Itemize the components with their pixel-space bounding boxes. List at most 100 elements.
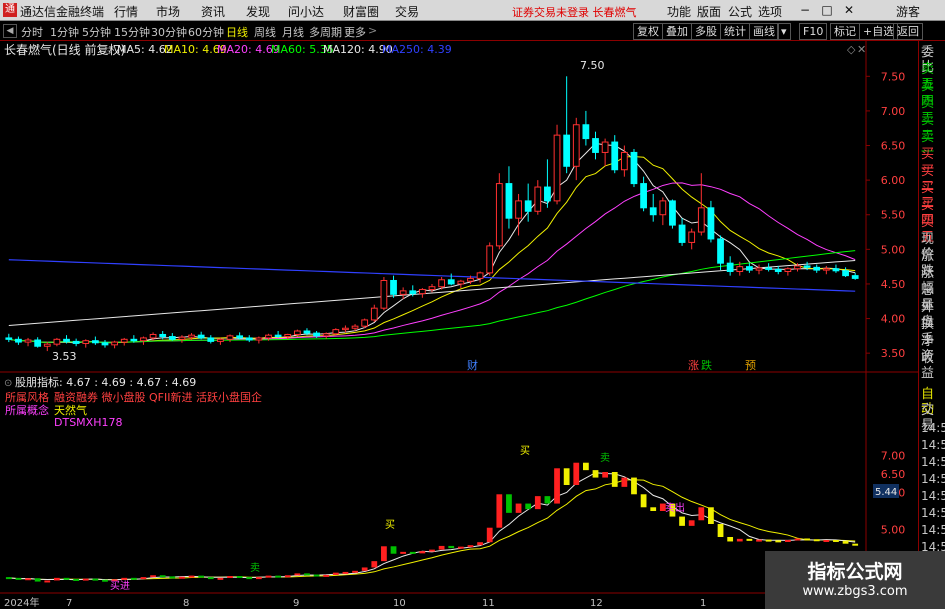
mark-button[interactable]: 标记 [830,23,860,40]
menu-market[interactable]: 市场 [156,3,180,20]
period-weekly[interactable]: 周线 [254,24,276,40]
sub-bar [188,575,195,578]
period-toolbar: ◀ 分时 1分钟 5分钟 15分钟 30分钟 60分钟 日线 周线 月线 多周期… [0,22,945,41]
candle-body [274,334,282,338]
candle-body [207,337,215,342]
sub-indicator-title: 股朋指标 [15,375,59,389]
sub-bar [756,539,762,542]
candle-body [486,245,494,274]
trade-login-notice[interactable]: 证券交易未登录 长春燃气 [512,4,637,20]
sub-settings-icon[interactable]: ⊙ [4,378,12,389]
period-1min[interactable]: 1分钟 [50,24,79,40]
period-more[interactable]: 更多 [344,24,366,40]
period-5min[interactable]: 5分钟 [82,24,111,40]
side-time-2: 14:56 [921,455,945,469]
sub-bar [515,503,522,513]
minimize-icon[interactable]: − [797,2,813,18]
sub-bar [784,539,791,542]
candle-body [592,138,599,153]
menu-function[interactable]: 功能 [667,3,691,20]
side-time-4: 14:56 [921,489,945,503]
candle-body [688,231,696,243]
candle-body [5,337,13,340]
maximize-icon[interactable]: □ [819,2,835,18]
side-item-18[interactable]: 收益 [921,351,945,381]
menu-discover[interactable]: 发现 [246,3,270,20]
candle-body [438,279,446,288]
menu-wealth[interactable]: 财富圈 [343,3,379,20]
sub-bar [650,507,657,511]
candle-body [293,330,301,335]
sub-bar [246,577,253,580]
menu-ask[interactable]: 问小达 [288,3,324,20]
sub-bar [275,575,281,578]
event-up-badge[interactable]: 涨 [688,359,699,372]
candle-body [53,338,61,345]
menu-quotes[interactable]: 行情 [114,3,138,20]
period-60min[interactable]: 60分钟 [188,24,224,40]
more-dropdown-icon[interactable]: > [368,24,377,37]
candle-body [851,275,859,279]
current-price-tag-text: 5.44 [875,487,897,498]
sell-signal-2: 卖 [600,452,610,464]
candle-body [794,265,801,270]
period-multi[interactable]: 多周期 [309,24,342,40]
event-finance-badge[interactable]: 财 [467,358,478,372]
main-axis-label: 7.50 [881,70,906,83]
period-daily[interactable]: 日线 [226,24,248,40]
close-icon[interactable]: ✕ [841,2,857,18]
event-forecast-badge[interactable]: 预 [745,359,756,372]
candle-body [717,238,724,264]
sub-bar [284,575,291,578]
nav-left-icon[interactable]: ◀ [3,24,17,38]
sub-bar [592,470,599,478]
period-15min[interactable]: 15分钟 [114,24,150,40]
close-chart-icon[interactable]: ✕ [857,43,866,56]
candle-body [447,279,455,285]
sub-bar [746,538,753,541]
stats-button[interactable]: 统计 [720,23,750,40]
sub-bar [688,520,695,526]
login-status[interactable]: 游客 [896,3,920,20]
event-down-badge[interactable]: 跌 [701,358,712,372]
sub-bar [34,578,41,582]
candle-body [130,338,138,342]
adjust-button[interactable]: 复权 [633,23,663,40]
multi-stock-button[interactable]: 多股 [691,23,721,40]
date-axis-jul: 7 [66,598,72,609]
candle-body [534,186,542,212]
collapse-icon[interactable]: ◇ [847,43,856,56]
menu-layout[interactable]: 版面 [697,3,721,20]
candle-body [736,266,744,272]
menu-trade[interactable]: 交易 [395,3,419,20]
sub-bar [44,580,51,583]
side-time-3: 14:56 [921,472,945,486]
f10-button[interactable]: F10 [799,23,828,40]
draw-dropdown-icon[interactable]: ▾ [777,23,791,40]
sub-bar [621,477,628,487]
kline-chart[interactable]: 7.50 7.00 6.50 6.00 5.50 5.00 4.50 4.00 3.50 7.00… [0,41,918,609]
sub-bar [207,577,214,580]
period-tick[interactable]: 分时 [21,24,43,40]
candle-body [707,207,715,240]
candle-body [168,336,176,340]
candle-body [630,151,638,185]
settings-icon[interactable]: ⊙ [104,46,112,57]
menu-news[interactable]: 资讯 [201,3,225,20]
period-30min[interactable]: 30分钟 [151,24,187,40]
main-axis-label: 5.00 [881,243,906,256]
sub-bar [140,577,147,580]
buy-enter-signal: 买进 [110,580,130,592]
menu-options[interactable]: 选项 [758,3,782,20]
menu-formula[interactable]: 公式 [728,3,752,20]
period-monthly[interactable]: 月线 [282,24,304,40]
back-button[interactable]: 返回 [893,23,923,40]
candle-body [197,334,205,339]
overlay-button[interactable]: 叠加 [662,23,692,40]
main-axis-label: 5.50 [881,209,906,222]
sub-bar [852,543,859,546]
draw-line-button[interactable]: 画线 [749,23,779,40]
sub-bar [804,538,810,541]
candle-body [582,124,590,140]
sub-bar [150,575,156,578]
